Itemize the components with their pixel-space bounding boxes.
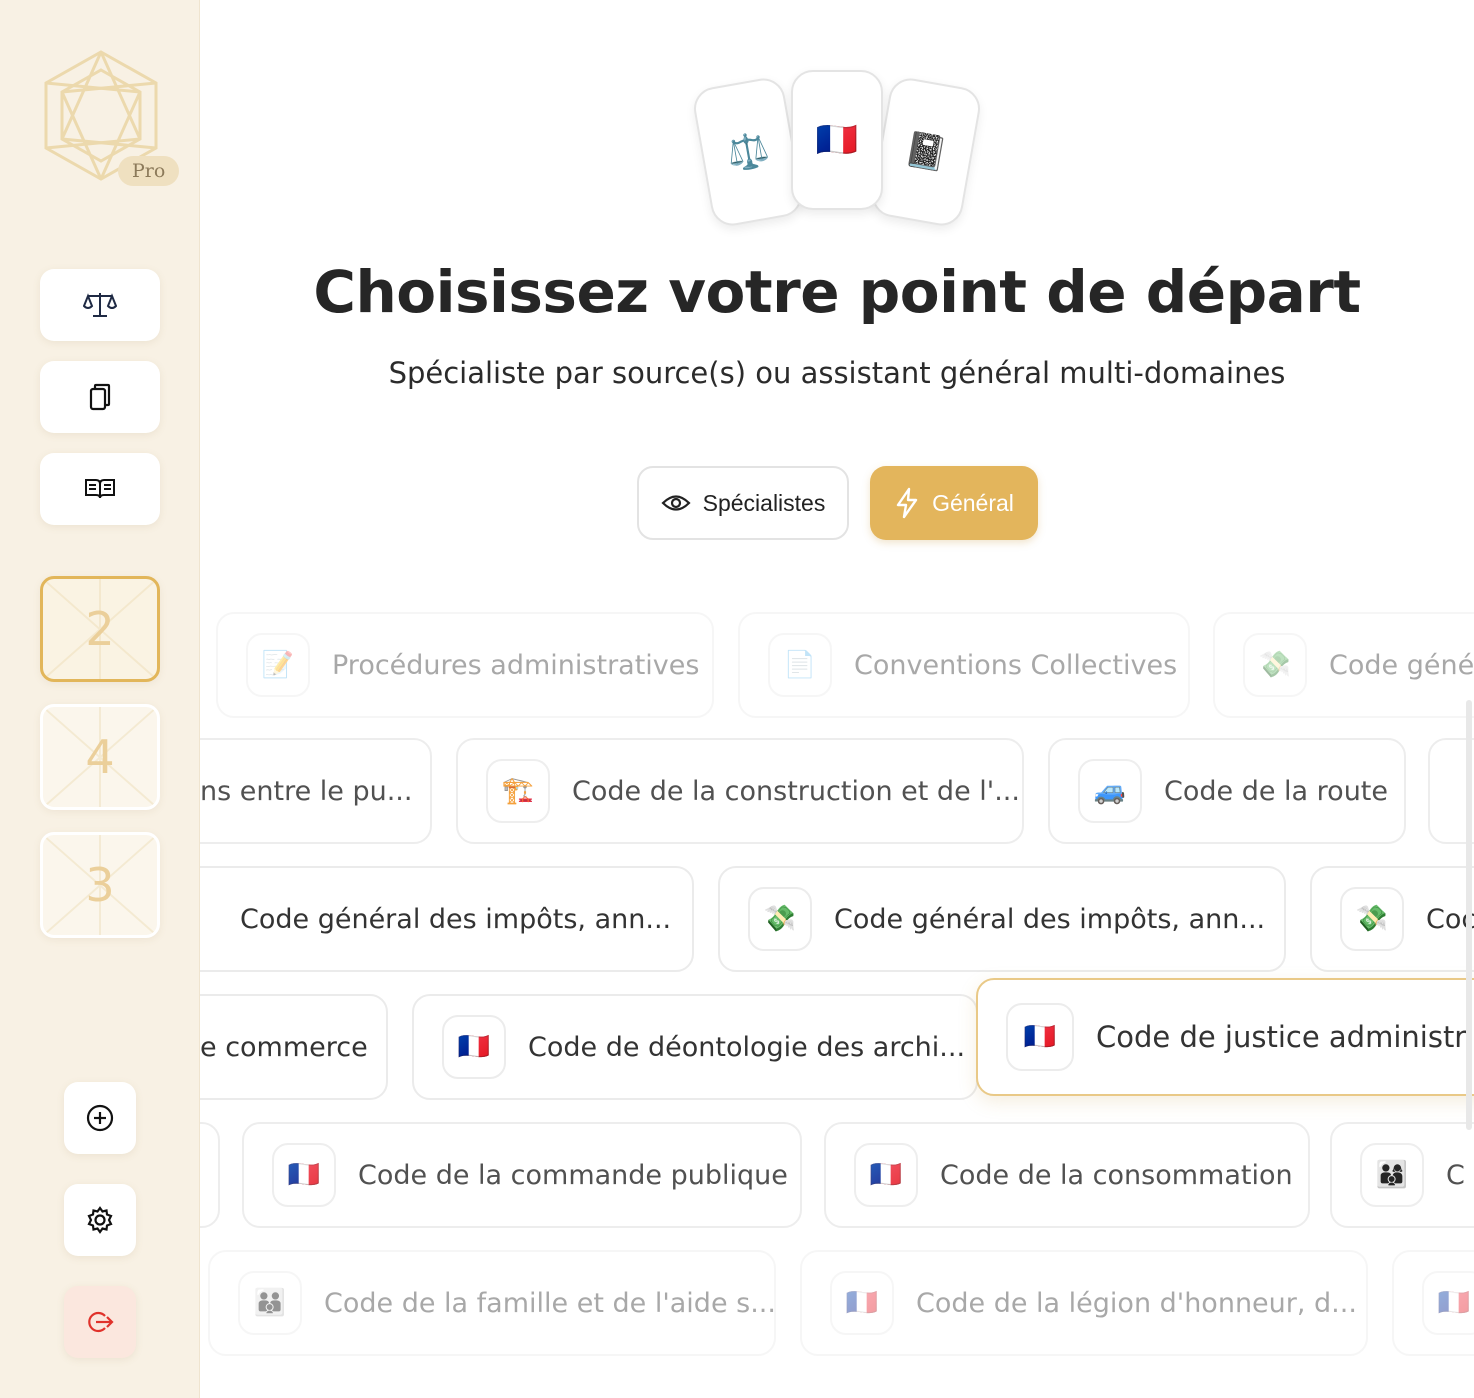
eye-icon xyxy=(661,495,691,511)
source-chip-label: ns entre le pu... xyxy=(200,775,413,807)
tile-number: 2 xyxy=(85,602,115,656)
source-chip-label: Code de la légion d'honneur, d... xyxy=(916,1287,1357,1319)
money-wings-icon: 💸 xyxy=(1340,887,1404,951)
source-chip-partial[interactable] xyxy=(200,1122,220,1228)
source-chip-label: C xyxy=(1446,1159,1465,1191)
source-chip-deontologie[interactable]: 🇫🇷 Code de déontologie des archi... xyxy=(412,994,978,1100)
source-chip-procedures[interactable]: 📝 Procédures administratives xyxy=(216,612,714,718)
settings-button[interactable] xyxy=(64,1184,136,1256)
source-chip-construction[interactable]: 🏗️ Code de la construction et de l'... xyxy=(456,738,1024,844)
french-flag-icon: 🇫🇷 xyxy=(442,1015,506,1079)
source-chip-label: Code de déontologie des archi... xyxy=(528,1031,966,1063)
french-flag-icon: 🇫🇷 xyxy=(815,120,859,160)
logout-icon xyxy=(88,1311,114,1333)
source-chip-consommation[interactable]: 🇫🇷 Code de la consommation xyxy=(824,1122,1310,1228)
lightning-icon xyxy=(896,487,918,519)
page-subtitle: Spécialiste par source(s) ou assistant g… xyxy=(388,356,1286,390)
source-chip-label: Code de la consommation xyxy=(940,1159,1293,1191)
documents-icon xyxy=(89,383,111,411)
source-chip-impots-1[interactable]: Code général des impôts, ann... xyxy=(200,866,694,972)
french-flag-icon: 🇫🇷 xyxy=(854,1143,918,1207)
source-chip-label: Code géné xyxy=(1329,649,1474,681)
pro-badge: Pro xyxy=(118,156,180,186)
source-chip-justice-administrative[interactable]: 🇫🇷 Code de justice administr xyxy=(976,978,1474,1096)
source-chip-code-general[interactable]: 💸 Code géné xyxy=(1213,612,1474,718)
document-icon: 📄 xyxy=(768,633,832,697)
general-mode-button[interactable]: Général xyxy=(870,466,1038,540)
workspace-tile-4[interactable]: 4 xyxy=(40,704,160,810)
legal-nav-button[interactable] xyxy=(40,269,160,341)
source-chip-route[interactable]: 🚙 Code de la route xyxy=(1048,738,1406,844)
source-grid: 📝 Procédures administratives 📄 Conventio… xyxy=(200,600,1474,1398)
specialists-mode-button[interactable]: Spécialistes xyxy=(637,466,849,540)
source-chip-legion-honneur[interactable]: 🇫🇷 Code de la légion d'honneur, d... xyxy=(800,1250,1368,1356)
scrollbar[interactable] xyxy=(1466,700,1472,1130)
source-chip-commande-publique[interactable]: 🇫🇷 Code de la commande publique xyxy=(242,1122,802,1228)
family-icon: 👨‍👩‍👦 xyxy=(1360,1143,1424,1207)
crane-icon: 🏗️ xyxy=(486,759,550,823)
source-chip-label: e commerce xyxy=(200,1031,368,1063)
source-chip-famille-partial[interactable]: 👨‍👩‍👦 C xyxy=(1330,1122,1474,1228)
source-chip-label: Conventions Collectives xyxy=(854,649,1178,681)
notebook-card: 📓 xyxy=(868,75,984,229)
tile-number: 4 xyxy=(85,730,115,784)
source-chip-label: Code de la route xyxy=(1164,775,1389,807)
source-chip-label: Code de la famille et de l'aide s... xyxy=(324,1287,774,1319)
notebook-icon: 📓 xyxy=(901,128,951,176)
tile-number: 3 xyxy=(85,858,115,912)
french-flag-icon: 🇫🇷 xyxy=(830,1271,894,1335)
library-nav-button[interactable] xyxy=(40,453,160,525)
source-chip-impots-3[interactable]: 💸 Coc xyxy=(1310,866,1474,972)
workspace-tile-2[interactable]: 2 xyxy=(40,576,160,682)
general-label: Général xyxy=(932,489,1014,516)
scales-icon: ⚖️ xyxy=(723,128,773,176)
add-circle-icon xyxy=(86,1104,114,1132)
page-title: Choisissez votre point de départ xyxy=(313,258,1361,326)
memo-icon: 📝 xyxy=(246,633,310,697)
french-flag-icon: 🇫🇷 xyxy=(1006,1003,1074,1071)
flag-card: 🇫🇷 xyxy=(791,70,883,210)
money-wings-icon: 💸 xyxy=(1243,633,1307,697)
source-chip-commerce[interactable]: e commerce xyxy=(200,994,388,1100)
source-chip-partial[interactable]: 🇫🇷 xyxy=(1392,1250,1474,1356)
sidebar: Pro 2 4 3 xyxy=(0,0,200,1398)
logout-button[interactable] xyxy=(64,1286,136,1358)
source-chip-famille[interactable]: 👪 Code de la famille et de l'aide s... xyxy=(208,1250,776,1356)
source-chip-label: Procédures administratives xyxy=(332,649,700,681)
documents-nav-button[interactable] xyxy=(40,361,160,433)
source-chip-label: Code de la commande publique xyxy=(358,1159,788,1191)
source-chip-label: Code de justice administr xyxy=(1096,1020,1467,1054)
car-icon: 🚙 xyxy=(1078,759,1142,823)
scales-card: ⚖️ xyxy=(690,75,806,229)
new-chat-button[interactable] xyxy=(64,1082,136,1154)
gear-icon xyxy=(87,1206,113,1234)
open-book-icon xyxy=(85,479,115,499)
french-flag-icon: 🇫🇷 xyxy=(272,1143,336,1207)
source-chip-relations[interactable]: ns entre le pu... xyxy=(200,738,432,844)
source-chip-impots-2[interactable]: 💸 Code général des impôts, ann... xyxy=(718,866,1286,972)
scales-icon xyxy=(83,293,117,317)
source-chip-label: Code général des impôts, ann... xyxy=(240,903,672,935)
source-chip-label: Code général des impôts, ann... xyxy=(834,903,1266,935)
money-wings-icon: 💸 xyxy=(748,887,812,951)
family-icon: 👪 xyxy=(238,1271,302,1335)
source-chip-label: Code de la construction et de l'... xyxy=(572,775,1020,807)
source-chip-conventions[interactable]: 📄 Conventions Collectives xyxy=(738,612,1190,718)
specialists-label: Spécialistes xyxy=(702,489,826,516)
french-flag-icon: 🇫🇷 xyxy=(1422,1271,1474,1335)
hero-cards: ⚖️ 📓 🇫🇷 xyxy=(690,68,990,229)
workspace-tile-3[interactable]: 3 xyxy=(40,832,160,938)
